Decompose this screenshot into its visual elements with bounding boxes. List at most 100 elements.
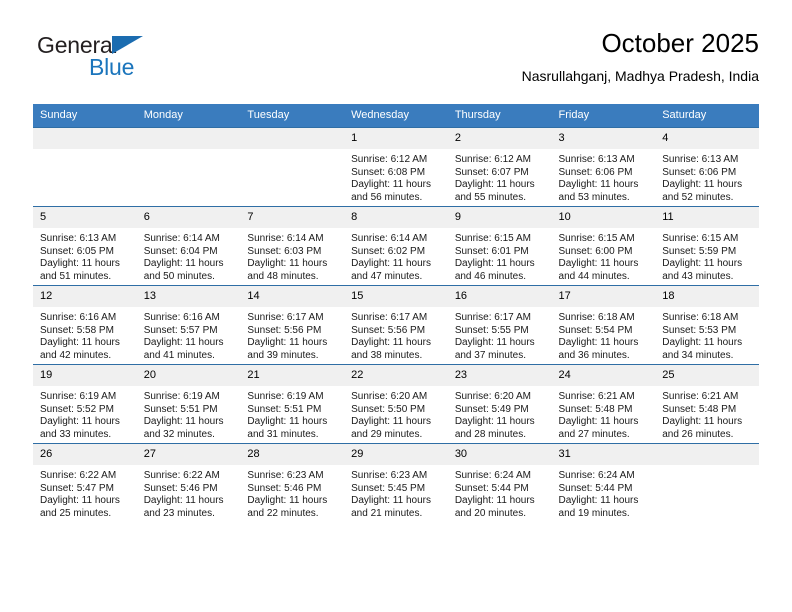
sunset-text: Sunset: 5:46 PM [143,482,218,494]
sunset-text: Sunset: 6:00 PM [558,245,633,257]
calendar-day-cell[interactable]: 9 Sunrise: 6:15 AM Sunset: 6:01 PM Daylight… [447,206,552,286]
daylight-text: Daylight: 11 hours and 48 minutes. [247,258,328,282]
calendar-day-cell[interactable]: 22 Sunrise: 6:20 AM Sunset: 5:50 PM Dayligh… [344,364,448,444]
calendar-day-cell[interactable]: 19 Sunrise: 6:19 AM Sunset: 5:52 PM Dayligh… [33,364,137,444]
calendar-day-cell[interactable]: 8 Sunrise: 6:14 AM Sunset: 6:02 PM Daylight… [344,206,448,286]
daylight-text: Daylight: 11 hours and 36 minutes. [558,337,639,361]
daylight-text: Daylight: 11 hours and 26 minutes. [662,416,743,440]
day-number: 17 [551,286,656,307]
day-sun-info: Sunrise: 6:20 AM Sunset: 5:50 PM Daylight:… [344,386,448,441]
calendar-day-cell[interactable]: 4 Sunrise: 6:13 AM Sunset: 6:06 PM Daylight… [655,127,759,207]
daylight-text: Daylight: 11 hours and 37 minutes. [454,337,535,361]
day-sun-info: Sunrise: 6:19 AM Sunset: 5:52 PM Daylight:… [33,386,137,441]
sunset-text: Sunset: 6:03 PM [247,245,322,257]
day-sun-info: Sunrise: 6:22 AM Sunset: 5:46 PM Daylight:… [137,465,241,520]
daylight-text: Daylight: 11 hours and 27 minutes. [558,416,639,440]
day-cell-inner: 10 Sunrise: 6:15 AM Sunset: 6:00 PM Dayligh… [551,207,656,285]
sunrise-text: Sunrise: 6:17 AM [454,312,531,323]
daylight-text: Daylight: 11 hours and 20 minutes. [454,495,535,519]
calendar-day-cell[interactable]: 5 Sunrise: 6:13 AM Sunset: 6:05 PM Daylight… [33,206,137,286]
sunrise-text: Sunrise: 6:21 AM [558,391,635,402]
calendar-day-cell[interactable]: 17 Sunrise: 6:18 AM Sunset: 5:54 PM Dayligh… [551,285,656,365]
calendar-day-cell[interactable]: 6 Sunrise: 6:14 AM Sunset: 6:04 PM Daylight… [136,206,241,286]
daylight-text: Daylight: 11 hours and 53 minutes. [558,179,639,203]
calendar-day-cell[interactable]: 3 Sunrise: 6:13 AM Sunset: 6:06 PM Daylight… [551,127,656,207]
location-subtitle: Nasrullahganj, Madhya Pradesh, India [521,68,759,84]
sunrise-text: Sunrise: 6:14 AM [351,233,428,244]
calendar-table: Sunday Monday Tuesday Wednesday Thursday… [33,104,759,522]
day-sun-info: Sunrise: 6:15 AM Sunset: 5:59 PM Daylight:… [655,228,759,283]
sunset-text: Sunset: 6:08 PM [351,166,426,178]
calendar-day-cell[interactable]: 31 Sunrise: 6:24 AM Sunset: 5:44 PM Dayligh… [551,443,656,522]
day-cell-inner: 20 Sunrise: 6:19 AM Sunset: 5:51 PM Dayligh… [136,365,241,443]
calendar-day-cell[interactable]: 12 Sunrise: 6:16 AM Sunset: 5:58 PM Dayligh… [33,285,137,365]
sunrise-text: Sunrise: 6:24 AM [454,470,531,481]
day-number [136,128,241,149]
day-number: 18 [655,286,759,307]
day-number: 20 [136,365,241,386]
calendar-day-cell[interactable]: 13 Sunrise: 6:16 AM Sunset: 5:57 PM Dayligh… [136,285,241,365]
sunrise-text: Sunrise: 6:14 AM [247,233,324,244]
calendar-day-cell[interactable]: 2 Sunrise: 6:12 AM Sunset: 6:07 PM Daylight… [447,127,552,207]
day-sun-info: Sunrise: 6:15 AM Sunset: 6:01 PM Daylight:… [448,228,552,283]
sunset-text: Sunset: 6:06 PM [558,166,633,178]
day-cell-inner: 17 Sunrise: 6:18 AM Sunset: 5:54 PM Dayligh… [551,286,656,364]
sunset-text: Sunset: 5:46 PM [247,482,322,494]
day-number: 8 [344,207,448,228]
calendar-day-cell[interactable]: 24 Sunrise: 6:21 AM Sunset: 5:48 PM Dayligh… [551,364,656,444]
day-number: 3 [551,128,656,149]
calendar-day-cell[interactable]: 7 Sunrise: 6:14 AM Sunset: 6:03 PM Daylight… [240,206,345,286]
daylight-text: Daylight: 11 hours and 23 minutes. [143,495,224,519]
calendar-day-cell[interactable]: 14 Sunrise: 6:17 AM Sunset: 5:56 PM Dayligh… [240,285,345,365]
sunset-text: Sunset: 5:52 PM [40,403,114,415]
calendar-day-cell[interactable]: 21 Sunrise: 6:19 AM Sunset: 5:51 PM Dayligh… [240,364,345,444]
day-cell-inner: 25 Sunrise: 6:21 AM Sunset: 5:48 PM Dayligh… [655,365,759,443]
brand-logo[interactable]: General Blue [33,32,213,88]
day-number: 11 [655,207,759,228]
day-cell-inner: 18 Sunrise: 6:18 AM Sunset: 5:53 PM Dayligh… [655,286,759,364]
daylight-text: Daylight: 11 hours and 22 minutes. [247,495,328,519]
day-sun-info: Sunrise: 6:19 AM Sunset: 5:51 PM Daylight:… [240,386,344,441]
sunset-text: Sunset: 5:53 PM [662,324,737,336]
day-sun-info: Sunrise: 6:17 AM Sunset: 5:56 PM Daylight:… [344,307,448,362]
calendar-week-row: 5 Sunrise: 6:13 AM Sunset: 6:05 PM Daylight… [33,206,759,286]
sunrise-text: Sunrise: 6:18 AM [662,312,739,323]
calendar-day-cell[interactable]: 27 Sunrise: 6:22 AM Sunset: 5:46 PM Dayligh… [136,443,241,522]
weekday-header-thursday: Thursday [447,104,552,128]
calendar-body: 1 Sunrise: 6:12 AM Sunset: 6:08 PM Daylight… [33,127,759,522]
calendar-week-row: 12 Sunrise: 6:16 AM Sunset: 5:58 PM Dayligh… [33,285,759,365]
sunrise-text: Sunrise: 6:22 AM [40,470,117,481]
calendar-day-cell[interactable]: 18 Sunrise: 6:18 AM Sunset: 5:53 PM Dayligh… [655,285,759,365]
calendar-day-cell[interactable]: 23 Sunrise: 6:20 AM Sunset: 5:49 PM Dayligh… [447,364,552,444]
sunrise-text: Sunrise: 6:13 AM [558,154,635,165]
calendar-day-cell[interactable]: 25 Sunrise: 6:21 AM Sunset: 5:48 PM Dayligh… [655,364,759,444]
calendar-day-cell-empty [33,127,137,207]
calendar-day-cell[interactable]: 29 Sunrise: 6:23 AM Sunset: 5:45 PM Dayligh… [344,443,448,522]
day-sun-info: Sunrise: 6:19 AM Sunset: 5:51 PM Daylight:… [137,386,241,441]
daylight-text: Daylight: 11 hours and 47 minutes. [351,258,431,282]
day-cell-inner: 28 Sunrise: 6:23 AM Sunset: 5:46 PM Dayligh… [240,444,345,522]
calendar-day-cell[interactable]: 30 Sunrise: 6:24 AM Sunset: 5:44 PM Dayligh… [447,443,552,522]
daylight-text: Daylight: 11 hours and 32 minutes. [143,416,224,440]
sunrise-text: Sunrise: 6:14 AM [143,233,220,244]
sunset-text: Sunset: 5:47 PM [40,482,114,494]
day-number: 28 [240,444,345,465]
calendar-day-cell[interactable]: 28 Sunrise: 6:23 AM Sunset: 5:46 PM Dayligh… [240,443,345,522]
sunrise-text: Sunrise: 6:13 AM [662,154,739,165]
day-number [33,128,137,149]
day-number [655,444,759,465]
daylight-text: Daylight: 11 hours and 51 minutes. [40,258,120,282]
calendar-day-cell[interactable]: 11 Sunrise: 6:15 AM Sunset: 5:59 PM Dayligh… [655,206,759,286]
calendar-day-cell[interactable]: 26 Sunrise: 6:22 AM Sunset: 5:47 PM Dayligh… [33,443,137,522]
sunset-text: Sunset: 6:04 PM [143,245,218,257]
sunset-text: Sunset: 5:54 PM [558,324,633,336]
sunrise-text: Sunrise: 6:21 AM [662,391,739,402]
sunset-text: Sunset: 6:02 PM [351,245,426,257]
day-sun-info: Sunrise: 6:15 AM Sunset: 6:00 PM Daylight:… [552,228,656,283]
calendar-day-cell[interactable]: 15 Sunrise: 6:17 AM Sunset: 5:56 PM Dayligh… [344,285,448,365]
sunrise-text: Sunrise: 6:19 AM [40,391,117,402]
calendar-day-cell[interactable]: 10 Sunrise: 6:15 AM Sunset: 6:00 PM Dayligh… [551,206,656,286]
calendar-day-cell[interactable]: 20 Sunrise: 6:19 AM Sunset: 5:51 PM Dayligh… [136,364,241,444]
calendar-day-cell[interactable]: 16 Sunrise: 6:17 AM Sunset: 5:55 PM Dayligh… [447,285,552,365]
calendar-day-cell[interactable]: 1 Sunrise: 6:12 AM Sunset: 6:08 PM Daylight… [344,127,448,207]
